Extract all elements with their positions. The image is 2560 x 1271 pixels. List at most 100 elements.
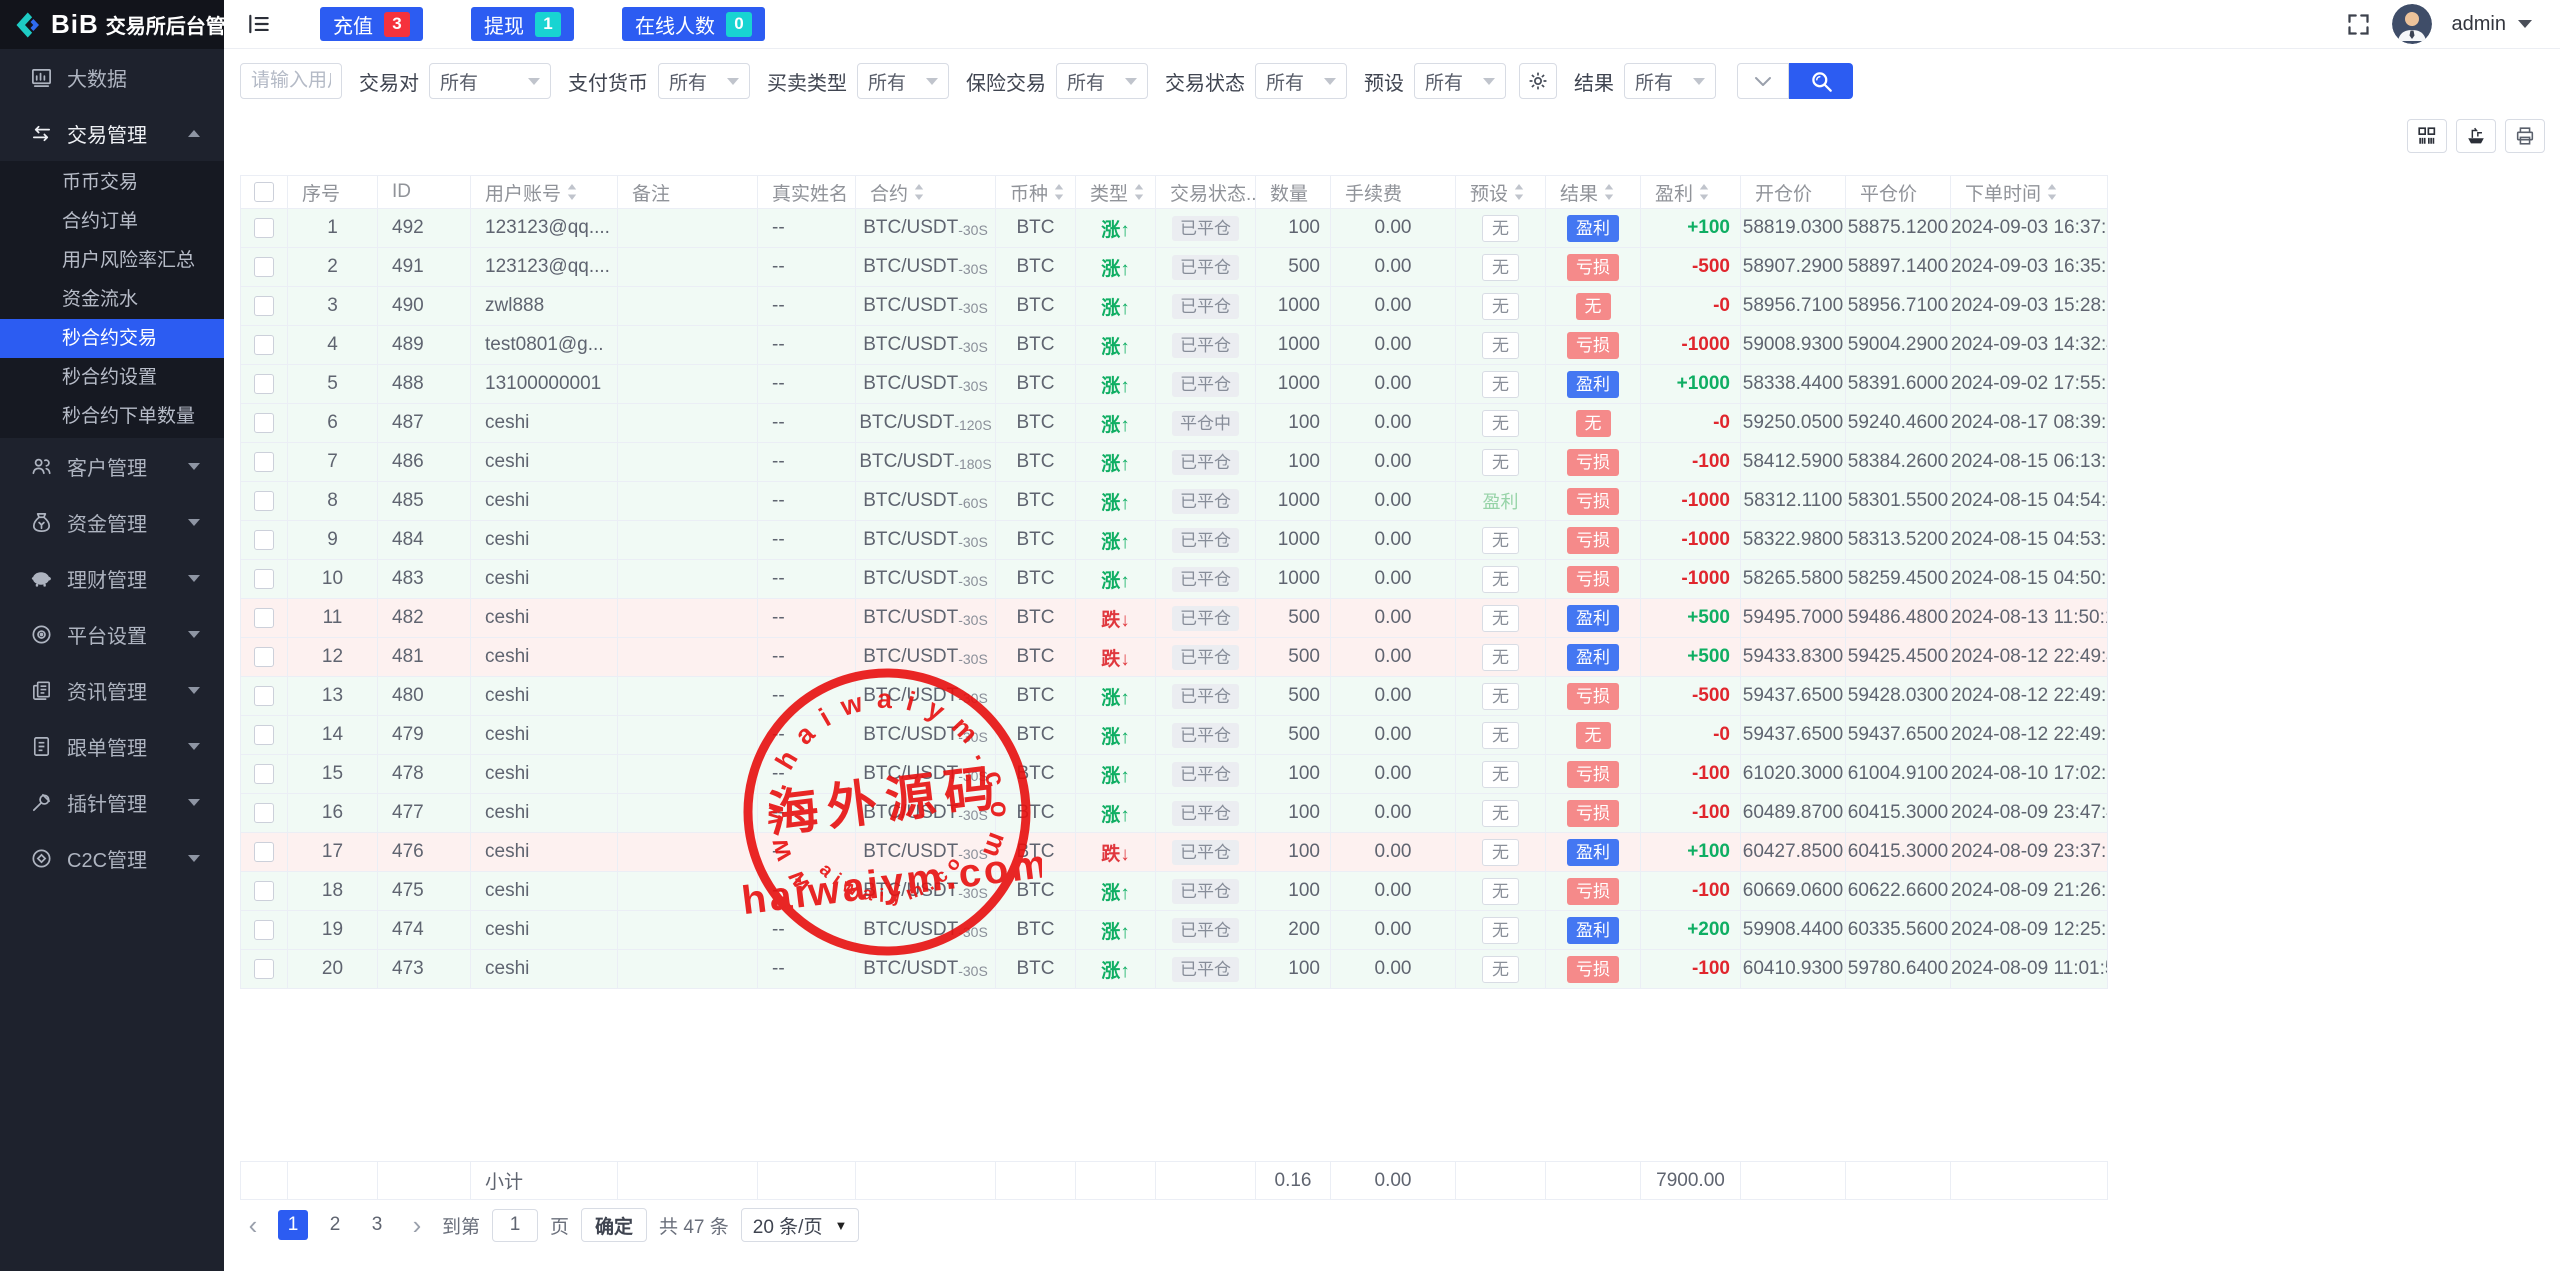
avatar[interactable] [2392, 4, 2432, 44]
trading-pair-select[interactable]: 所有 [429, 63, 551, 99]
sidebar-subitem[interactable]: 合约订单 [0, 202, 224, 241]
insurance-trade-select[interactable]: 所有 [1056, 63, 1148, 99]
sidebar-subitem[interactable]: 币币交易 [0, 163, 224, 202]
sidebar-item-big-data[interactable]: 大数据 [0, 49, 224, 105]
cell-result: 亏损 [1546, 248, 1641, 287]
preset-button[interactable]: 无 [1482, 683, 1519, 710]
search-button[interactable] [1789, 63, 1853, 99]
row-checkbox[interactable] [254, 257, 274, 277]
preset-button[interactable]: 无 [1482, 605, 1519, 632]
status-tag: 已平仓 [1172, 255, 1239, 280]
row-checkbox[interactable] [254, 296, 274, 316]
row-checkbox[interactable] [254, 881, 274, 901]
row-checkbox[interactable] [254, 647, 274, 667]
preset-gear-button[interactable] [1519, 63, 1557, 99]
user-id-input[interactable] [240, 63, 342, 99]
row-checkbox[interactable] [254, 452, 274, 472]
row-checkbox[interactable] [254, 842, 274, 862]
preset-button[interactable]: 无 [1482, 644, 1519, 671]
sidebar-item-trade-management[interactable]: 交易管理 [0, 105, 224, 161]
row-checkbox[interactable] [254, 335, 274, 355]
print-button[interactable] [2505, 119, 2545, 153]
row-checkbox[interactable] [254, 413, 274, 433]
buy-sell-type-select[interactable]: 所有 [857, 63, 949, 99]
preset-button[interactable]: 无 [1482, 761, 1519, 788]
table-row: 18475ceshi--BTC/USDT-30SBTC涨↑已平仓1000.00无… [241, 872, 2108, 911]
page-button-2[interactable]: 2 [320, 1210, 350, 1240]
row-checkbox[interactable] [254, 920, 274, 940]
preset-button[interactable]: 无 [1482, 410, 1519, 437]
goto-page-input[interactable] [492, 1209, 538, 1242]
preset-button[interactable]: 无 [1482, 800, 1519, 827]
page-button-3[interactable]: 3 [362, 1210, 392, 1240]
preset-button[interactable]: 无 [1482, 878, 1519, 905]
column-header-result[interactable]: 结果 [1546, 176, 1641, 209]
preset-button[interactable]: 无 [1482, 722, 1519, 749]
row-checkbox[interactable] [254, 374, 274, 394]
prev-page-button[interactable]: ‹ [240, 1210, 266, 1240]
column-header-contract[interactable]: 合约 [856, 176, 996, 209]
preset-button[interactable]: 无 [1482, 371, 1519, 398]
menu-toggle-icon[interactable] [246, 11, 272, 37]
column-header-preset[interactable]: 预设 [1456, 176, 1546, 209]
sidebar-item-pin-management[interactable]: 插针管理 [0, 774, 224, 830]
column-header-profit[interactable]: 盈利 [1641, 176, 1741, 209]
per-page-select[interactable]: 20 条/页▼ [741, 1208, 860, 1242]
grid-button[interactable] [2407, 119, 2447, 153]
sidebar-subitem[interactable]: 秒合约设置 [0, 358, 224, 397]
pay-currency-select[interactable]: 所有 [658, 63, 750, 99]
row-checkbox[interactable] [254, 608, 274, 628]
sidebar-subitem[interactable]: 资金流水 [0, 280, 224, 319]
preset-button[interactable]: 无 [1482, 332, 1519, 359]
row-checkbox[interactable] [254, 686, 274, 706]
column-header-time[interactable]: 下单时间 [1951, 176, 2108, 209]
withdraw-button[interactable]: 提现1 [471, 7, 574, 41]
result-select[interactable]: 所有 [1624, 63, 1716, 99]
sidebar-item-news-management[interactable]: 资讯管理 [0, 662, 224, 718]
recharge-button[interactable]: 充值3 [320, 7, 423, 41]
sidebar-subitem[interactable]: 秒合约交易 [0, 319, 224, 358]
confirm-page-button[interactable]: 确定 [581, 1208, 647, 1242]
select-all-checkbox[interactable] [254, 182, 274, 202]
column-header-coin[interactable]: 币种 [996, 176, 1076, 209]
online-users-button[interactable]: 在线人数0 [622, 7, 765, 41]
preset-button[interactable]: 无 [1482, 956, 1519, 983]
column-header-account[interactable]: 用户账号 [471, 176, 618, 209]
preset-button[interactable]: 无 [1482, 566, 1519, 593]
preset-button[interactable]: 无 [1482, 293, 1519, 320]
row-checkbox[interactable] [254, 491, 274, 511]
sidebar-item-funds-management[interactable]: 资金管理 [0, 494, 224, 550]
table-toolbar [240, 119, 2545, 153]
sidebar-subitem[interactable]: 用户风险率汇总 [0, 241, 224, 280]
preset-button[interactable]: 无 [1482, 215, 1519, 242]
preset-button[interactable]: 无 [1482, 254, 1519, 281]
row-checkbox[interactable] [254, 725, 274, 745]
row-checkbox[interactable] [254, 530, 274, 550]
column-header-type[interactable]: 类型 [1076, 176, 1156, 209]
preset-button[interactable]: 无 [1482, 839, 1519, 866]
sidebar-item-customer-management[interactable]: 客户管理 [0, 438, 224, 494]
preset-select[interactable]: 所有 [1414, 63, 1506, 99]
sidebar-item-platform-settings[interactable]: 平台设置 [0, 606, 224, 662]
row-checkbox[interactable] [254, 569, 274, 589]
preset-button[interactable]: 无 [1482, 527, 1519, 554]
column-header-status[interactable]: 交易状态.. [1156, 176, 1256, 209]
export-button[interactable] [2456, 119, 2496, 153]
preset-button[interactable]: 无 [1482, 917, 1519, 944]
page-button-1[interactable]: 1 [278, 1210, 308, 1240]
sidebar-item-c2c-management[interactable]: C2C管理 [0, 830, 224, 886]
sidebar-subitem[interactable]: 秒合约下单数量 [0, 397, 224, 436]
expand-filters-button[interactable] [1737, 63, 1789, 99]
user-name[interactable]: admin [2452, 13, 2506, 36]
trade-status-select[interactable]: 所有 [1255, 63, 1347, 99]
row-checkbox[interactable] [254, 218, 274, 238]
preset-button[interactable]: 无 [1482, 449, 1519, 476]
sidebar-item-wealth-management[interactable]: 理财管理 [0, 550, 224, 606]
next-page-button[interactable]: › [404, 1210, 430, 1240]
fullscreen-icon[interactable] [2345, 11, 2372, 38]
row-checkbox[interactable] [254, 803, 274, 823]
cell-real-name: -- [758, 521, 856, 560]
row-checkbox[interactable] [254, 959, 274, 979]
sidebar-item-copy-trade-management[interactable]: 跟单管理 [0, 718, 224, 774]
row-checkbox[interactable] [254, 764, 274, 784]
